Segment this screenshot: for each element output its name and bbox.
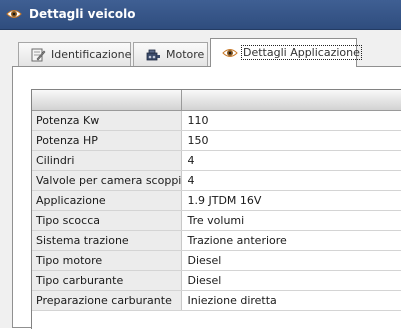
row-label: Tipo motore [32, 250, 182, 271]
window-titlebar[interactable]: Dettagli veicolo [0, 0, 401, 30]
table-row[interactable]: Applicazione 1.9 JTDM 16V [32, 190, 401, 211]
window-title: Dettagli veicolo [29, 7, 136, 21]
table-row[interactable]: Sistema trazione Trazione anteriore [32, 230, 401, 251]
details-grid: Potenza Kw 110 Potenza HP 150 Cilindri 4 Va… [31, 89, 401, 329]
row-value: 4 [181, 150, 401, 171]
content-area: Identificazione Motore Dettagli Applicaz… [0, 30, 401, 329]
row-value: Diesel [181, 250, 401, 271]
tab-panel: Potenza Kw 110 Potenza HP 150 Cilindri 4 Va… [12, 66, 401, 329]
row-value: Diesel [181, 270, 401, 291]
table-row[interactable]: Tipo motore Diesel [32, 250, 401, 271]
eye-icon [222, 49, 238, 57]
row-label: Preparazione carburante [32, 290, 182, 311]
column-header-value[interactable] [181, 90, 401, 111]
row-value: 110 [181, 110, 401, 131]
table-header-row [32, 90, 401, 111]
eye-icon [6, 10, 22, 18]
row-label: Cilindri [32, 150, 182, 171]
row-value: Iniezione diretta [181, 290, 401, 311]
tab-identificazione-label: Identificazione [51, 48, 132, 61]
tab-motore[interactable]: Motore [133, 42, 208, 66]
document-edit-icon [31, 48, 46, 62]
row-value: Trazione anteriore [181, 230, 401, 251]
row-label: Tipo scocca [32, 210, 182, 231]
engine-icon [146, 49, 160, 61]
table-row[interactable]: Tipo carburante Diesel [32, 270, 401, 291]
row-label: Sistema trazione [32, 230, 182, 251]
column-header-label[interactable] [32, 90, 182, 111]
details-table: Potenza Kw 110 Potenza HP 150 Cilindri 4 Va… [32, 90, 401, 311]
table-row[interactable]: Valvole per camera scoppio 4 [32, 170, 401, 191]
table-row[interactable]: Cilindri 4 [32, 150, 401, 171]
row-value: Tre volumi [181, 210, 401, 231]
row-value: 150 [181, 130, 401, 151]
table-row[interactable]: Preparazione carburante Iniezione diretta [32, 290, 401, 311]
row-label: Potenza HP [32, 130, 182, 151]
row-value: 4 [181, 170, 401, 191]
tab-motore-label: Motore [166, 48, 205, 61]
tab-dettagli-applicazione[interactable]: Dettagli Applicazione [210, 38, 362, 67]
table-row[interactable]: Potenza HP 150 [32, 130, 401, 151]
row-value: 1.9 JTDM 16V [181, 190, 401, 211]
row-label: Applicazione [32, 190, 182, 211]
tab-dettagli-applicazione-label: Dettagli Applicazione [241, 45, 362, 60]
table-row[interactable]: Tipo scocca Tre volumi [32, 210, 401, 231]
row-label: Potenza Kw [32, 110, 182, 131]
row-label: Tipo carburante [32, 270, 182, 291]
table-row[interactable]: Potenza Kw 110 [32, 110, 401, 131]
tab-identificazione[interactable]: Identificazione [18, 42, 131, 66]
row-label: Valvole per camera scoppio [32, 170, 182, 191]
